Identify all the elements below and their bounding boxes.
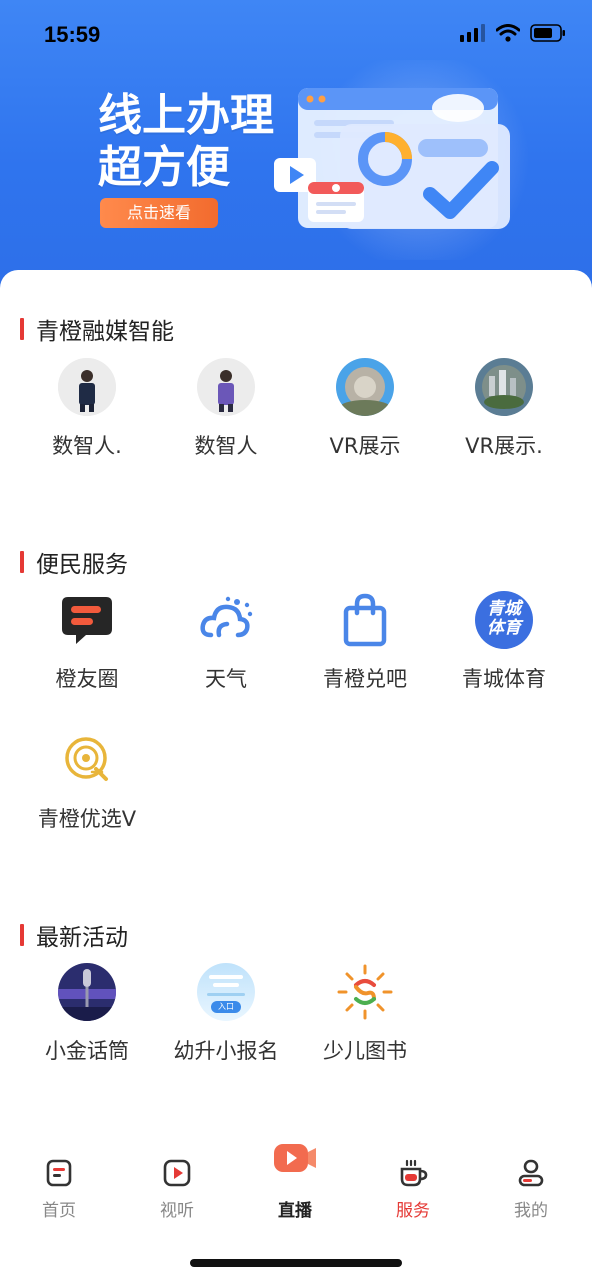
grid-item-vr-display-2[interactable]: VR展示. (434, 358, 574, 460)
coffee-cup-icon (398, 1158, 428, 1188)
banner-illustration (274, 88, 510, 229)
grid-item-orange-friends[interactable]: 橙友圈 (17, 591, 157, 693)
tab-label: 直播 (278, 1201, 312, 1221)
tab-label: 我的 (514, 1201, 548, 1221)
grid-item-label: 小金话筒 (45, 1039, 129, 1063)
grid-item-label: 橙友圈 (55, 667, 119, 691)
enrollment-entry-pill: 入口 (211, 1001, 241, 1013)
tab-profile[interactable]: 我的 (472, 1158, 590, 1221)
tab-label: 服务 (396, 1201, 430, 1221)
digital-human-male-avatar (58, 358, 116, 416)
grid-item-weather[interactable]: 天气 (156, 591, 296, 693)
section-accent-bar (20, 318, 24, 340)
grid-item-label: 数智人. (52, 434, 122, 458)
grid-item-digital-human-2[interactable]: 数智人 (156, 358, 296, 460)
grid-item-label: 天气 (205, 667, 247, 691)
section-accent-bar (20, 551, 24, 573)
tab-label: 视听 (160, 1201, 194, 1221)
grid-item-label: 青橙优选V (37, 807, 137, 831)
sports-logo-line1: 青城 (487, 599, 521, 619)
grid-item-label: VR展示 (329, 434, 401, 458)
microphone-event-thumbnail (58, 963, 116, 1021)
vr-city-thumbnail (475, 358, 533, 416)
grid-item-golden-microphone[interactable]: 小金话筒 (17, 963, 157, 1065)
tab-audiovisual[interactable]: 视听 (118, 1158, 236, 1221)
tab-services[interactable]: 服务 (354, 1158, 472, 1221)
grid-item-qingcheng-select[interactable]: 青橙优选V (17, 731, 157, 833)
grid-item-label: 青城体育 (462, 667, 546, 691)
shopping-bag-icon (336, 591, 394, 649)
status-time: 15:59 (44, 22, 101, 47)
chat-bubble-icon (58, 591, 116, 649)
sports-logo-icon: 青城 体育 (475, 591, 533, 649)
grid-item-vr-display-1[interactable]: VR展示 (295, 358, 435, 460)
enrollment-thumbnail: 入口 (197, 963, 255, 1021)
select-logo-icon (58, 731, 116, 789)
status-icons (460, 24, 566, 42)
vr-panorama-thumbnail (336, 358, 394, 416)
grid-item-primary-enrollment[interactable]: 入口 幼升小报名 (156, 963, 296, 1065)
section-title-text: 青橙融媒智能 (36, 319, 174, 345)
grid-item-label: 数智人 (194, 434, 258, 458)
section-title-text: 最新活动 (36, 925, 128, 951)
grid-item-label: 幼升小报名 (173, 1039, 279, 1063)
children-books-logo (336, 963, 394, 1021)
banner-title: 线上办理 超方便 (98, 90, 274, 194)
play-icon (162, 1158, 192, 1188)
section-title-smart-media: 青橙融媒智能 (20, 312, 174, 346)
grid-item-digital-human-1[interactable]: 数智人. (17, 358, 157, 460)
banner-title-line1: 线上办理 (98, 90, 274, 141)
digital-human-female-avatar (197, 358, 255, 416)
grid-item-qingcheng-sports[interactable]: 青城 体育 青城体育 (434, 591, 574, 693)
live-icon (274, 1144, 316, 1174)
profile-icon (516, 1158, 546, 1188)
banner-cta-button[interactable]: 点击速看 (100, 198, 218, 228)
grid-item-label: VR展示. (465, 434, 543, 458)
grid-item-label: 青橙兑吧 (323, 667, 407, 691)
tab-home[interactable]: 首页 (0, 1158, 118, 1221)
weather-icon (197, 591, 255, 649)
section-accent-bar (20, 924, 24, 946)
wifi-icon (496, 24, 520, 42)
cellular-signal-icon (460, 24, 485, 42)
home-indicator[interactable] (190, 1259, 402, 1267)
sports-logo-line2: 体育 (487, 618, 521, 638)
status-bar: 15:59 (0, 0, 592, 70)
grid-item-label: 少儿图书 (323, 1039, 407, 1063)
grid-item-exchange[interactable]: 青橙兑吧 (295, 591, 435, 693)
battery-icon (530, 24, 565, 42)
banner-title-line2: 超方便 (98, 142, 230, 193)
tab-label: 首页 (42, 1201, 76, 1221)
home-icon (44, 1158, 74, 1188)
grid-item-children-books[interactable]: 少儿图书 (295, 963, 435, 1065)
section-title-convenience-services: 便民服务 (20, 545, 128, 579)
section-title-text: 便民服务 (36, 552, 128, 578)
tab-live[interactable]: 直播 (236, 1144, 354, 1221)
section-title-latest-activities: 最新活动 (20, 918, 128, 952)
